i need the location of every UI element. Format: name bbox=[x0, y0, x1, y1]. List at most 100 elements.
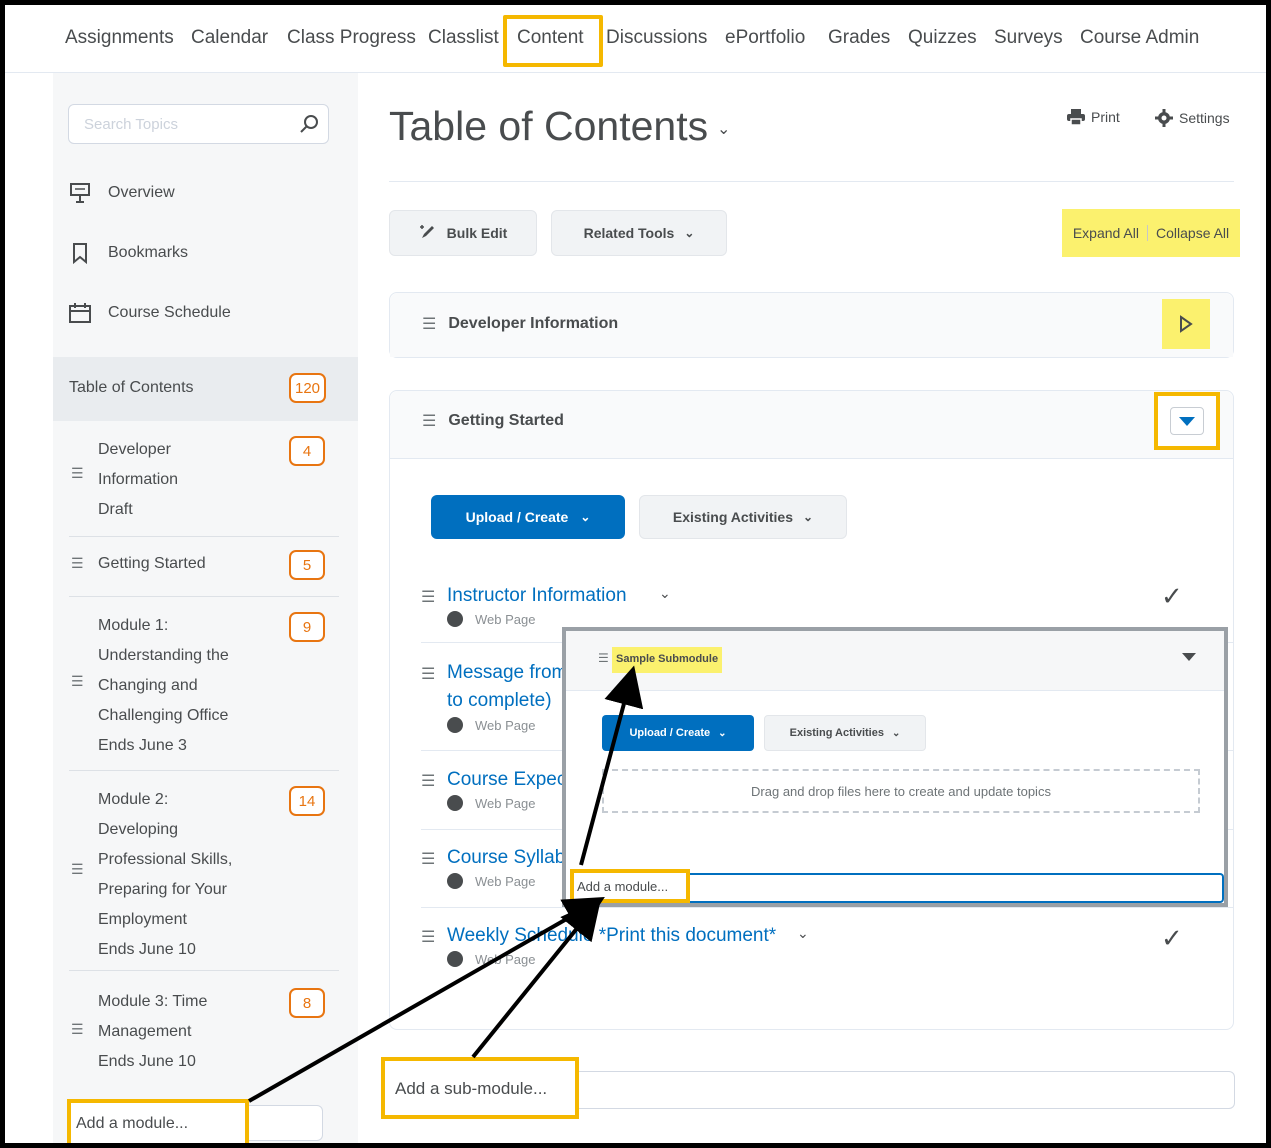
chevron-down-icon[interactable]: ⌄ bbox=[797, 925, 809, 942]
drag-handle-icon[interactable]: ☰ bbox=[421, 587, 435, 607]
expand-collapse-group: Expand All Collapse All bbox=[1062, 209, 1240, 257]
module-title-text: Developer Information bbox=[448, 315, 619, 332]
sidebar-bookmarks[interactable]: Bookmarks bbox=[68, 241, 188, 265]
expand-module-button[interactable] bbox=[1162, 299, 1210, 349]
related-tools-button[interactable]: Related Tools ⌄ bbox=[551, 210, 727, 256]
topic-type-label: Web Page bbox=[475, 795, 536, 811]
separator bbox=[1147, 225, 1148, 241]
expand-all-link[interactable]: Expand All bbox=[1073, 225, 1139, 241]
sidebar-course-schedule-label: Course Schedule bbox=[108, 304, 231, 321]
toc-label: Table of Contents bbox=[69, 379, 194, 396]
module-card-developer: ☰ Developer Information bbox=[389, 292, 1234, 358]
add-module-input-edge[interactable] bbox=[690, 873, 1224, 903]
existing-activities-label: Existing Activities bbox=[789, 727, 884, 739]
sidebar-module-title: Module 3: Time Management Ends June 10 bbox=[98, 993, 208, 1070]
topic-link[interactable]: Weekly Schedule *Print this document* bbox=[447, 925, 776, 947]
drag-handle-icon[interactable]: ☰ bbox=[71, 465, 84, 482]
nav-class-progress[interactable]: Class Progress bbox=[287, 27, 416, 49]
topic-divider bbox=[421, 907, 1234, 908]
sidebar-overview[interactable]: Overview bbox=[68, 181, 175, 205]
module-title[interactable]: ☰ Developer Information bbox=[422, 314, 618, 334]
upload-create-button[interactable]: Upload / Create ⌄ bbox=[602, 715, 754, 751]
toc-count-badge: 120 bbox=[289, 373, 327, 403]
presentation-icon bbox=[68, 181, 92, 205]
upload-create-button[interactable]: Upload / Create ⌄ bbox=[431, 495, 625, 539]
drag-handle-icon[interactable]: ☰ bbox=[421, 927, 435, 947]
add-module-field[interactable]: Add a module... bbox=[67, 1099, 249, 1143]
chevron-down-icon: ⌄ bbox=[718, 727, 727, 739]
collapse-all-link[interactable]: Collapse All bbox=[1156, 225, 1229, 241]
topic-link[interactable]: Message from bbox=[447, 662, 567, 684]
nav-grades[interactable]: Grades bbox=[828, 27, 890, 49]
bulk-edit-label: Bulk Edit bbox=[446, 225, 508, 241]
add-module-field[interactable]: Add a module... bbox=[570, 869, 690, 903]
submodule-header: ☰ Sample Submodule bbox=[566, 631, 1224, 691]
drag-handle-icon[interactable]: ☰ bbox=[71, 861, 84, 878]
nav-discussions[interactable]: Discussions bbox=[606, 27, 707, 49]
topic-link[interactable]: Course Syllab bbox=[447, 847, 565, 869]
caret-down-icon bbox=[1170, 407, 1204, 435]
drop-zone[interactable]: Drag and drop files here to create and u… bbox=[602, 769, 1200, 813]
add-submodule-placeholder: Add a sub-module... bbox=[395, 1079, 548, 1098]
print-button[interactable]: Print bbox=[1067, 109, 1120, 125]
pencil-icon bbox=[419, 223, 437, 244]
add-submodule-field[interactable]: Add a sub-module... bbox=[381, 1057, 579, 1119]
drag-handle-icon[interactable]: ☰ bbox=[71, 673, 84, 690]
screenshot-frame: Assignments Calendar Class Progress Clas… bbox=[0, 0, 1271, 1148]
topic-type: Web Page bbox=[447, 611, 535, 627]
drag-handle-icon[interactable]: ☰ bbox=[71, 555, 84, 572]
module-title-text: Getting Started bbox=[448, 412, 564, 429]
caret-down-icon[interactable] bbox=[1182, 653, 1196, 661]
bookmark-icon bbox=[68, 241, 92, 265]
topic-link[interactable]: Instructor Information bbox=[447, 585, 627, 607]
add-submodule-input-edge[interactable] bbox=[579, 1071, 1235, 1109]
nav-classlist[interactable]: Classlist bbox=[428, 27, 499, 49]
drag-handle-icon[interactable]: ☰ bbox=[421, 664, 435, 684]
module-title[interactable]: ☰ Getting Started bbox=[422, 411, 564, 431]
topic-link[interactable]: Course Expec bbox=[447, 769, 566, 791]
nav-assignments[interactable]: Assignments bbox=[65, 27, 174, 49]
sidebar-module-title: Developer Information Draft bbox=[98, 441, 179, 518]
add-module-input-edge[interactable] bbox=[249, 1105, 323, 1141]
module-header: ☰ Developer Information bbox=[390, 293, 1233, 357]
calendar-icon bbox=[68, 301, 92, 325]
module-count-badge: 8 bbox=[289, 988, 325, 1018]
search-topics[interactable]: Search Topics bbox=[68, 104, 329, 144]
drag-handle-icon[interactable]: ☰ bbox=[421, 771, 435, 791]
search-icon[interactable] bbox=[298, 113, 320, 140]
nav-quizzes[interactable]: Quizzes bbox=[908, 27, 977, 49]
topic-link-continued[interactable]: to complete) bbox=[447, 690, 552, 712]
drag-handle-icon[interactable]: ☰ bbox=[421, 849, 435, 869]
chevron-down-icon[interactable]: ⌄ bbox=[659, 585, 671, 602]
collapse-module-button[interactable] bbox=[1154, 392, 1220, 450]
submodule-title[interactable]: Sample Submodule bbox=[612, 647, 723, 673]
existing-activities-button[interactable]: Existing Activities ⌄ bbox=[764, 715, 926, 751]
header-divider bbox=[389, 181, 1234, 182]
nav-course-admin[interactable]: Course Admin bbox=[1080, 27, 1199, 49]
chevron-down-icon[interactable]: ⌄ bbox=[717, 119, 730, 139]
existing-activities-button[interactable]: Existing Activities ⌄ bbox=[639, 495, 847, 539]
globe-icon bbox=[447, 951, 463, 967]
drag-handle-icon[interactable]: ☰ bbox=[598, 651, 609, 665]
drop-zone-text: Drag and drop files here to create and u… bbox=[751, 783, 1051, 799]
sidebar-course-schedule[interactable]: Course Schedule bbox=[68, 301, 231, 325]
caret-right-icon bbox=[1180, 315, 1193, 333]
settings-button[interactable]: Settings bbox=[1155, 109, 1230, 127]
drag-handle-icon[interactable]: ☰ bbox=[422, 411, 436, 431]
page-title: Table of Contents bbox=[389, 103, 709, 149]
nav-eportfolio[interactable]: ePortfolio bbox=[725, 27, 805, 49]
topic-type-label: Web Page bbox=[475, 717, 536, 733]
nav-surveys[interactable]: Surveys bbox=[994, 27, 1063, 49]
submodule-inset: ☰ Sample Submodule Upload / Create ⌄ Exi… bbox=[562, 627, 1228, 907]
module-count-badge: 9 bbox=[289, 612, 325, 642]
drag-handle-icon[interactable]: ☰ bbox=[422, 314, 436, 334]
bulk-edit-button[interactable]: Bulk Edit bbox=[389, 210, 537, 256]
topic-type: Web Page bbox=[447, 951, 535, 967]
nav-calendar[interactable]: Calendar bbox=[191, 27, 268, 49]
chevron-down-icon: ⌄ bbox=[580, 510, 591, 524]
module-count-badge: 5 bbox=[289, 550, 325, 580]
drag-handle-icon[interactable]: ☰ bbox=[71, 1021, 84, 1038]
content-highlight bbox=[503, 15, 603, 67]
selected-pointer bbox=[358, 375, 372, 403]
search-input[interactable]: Search Topics bbox=[84, 116, 178, 133]
